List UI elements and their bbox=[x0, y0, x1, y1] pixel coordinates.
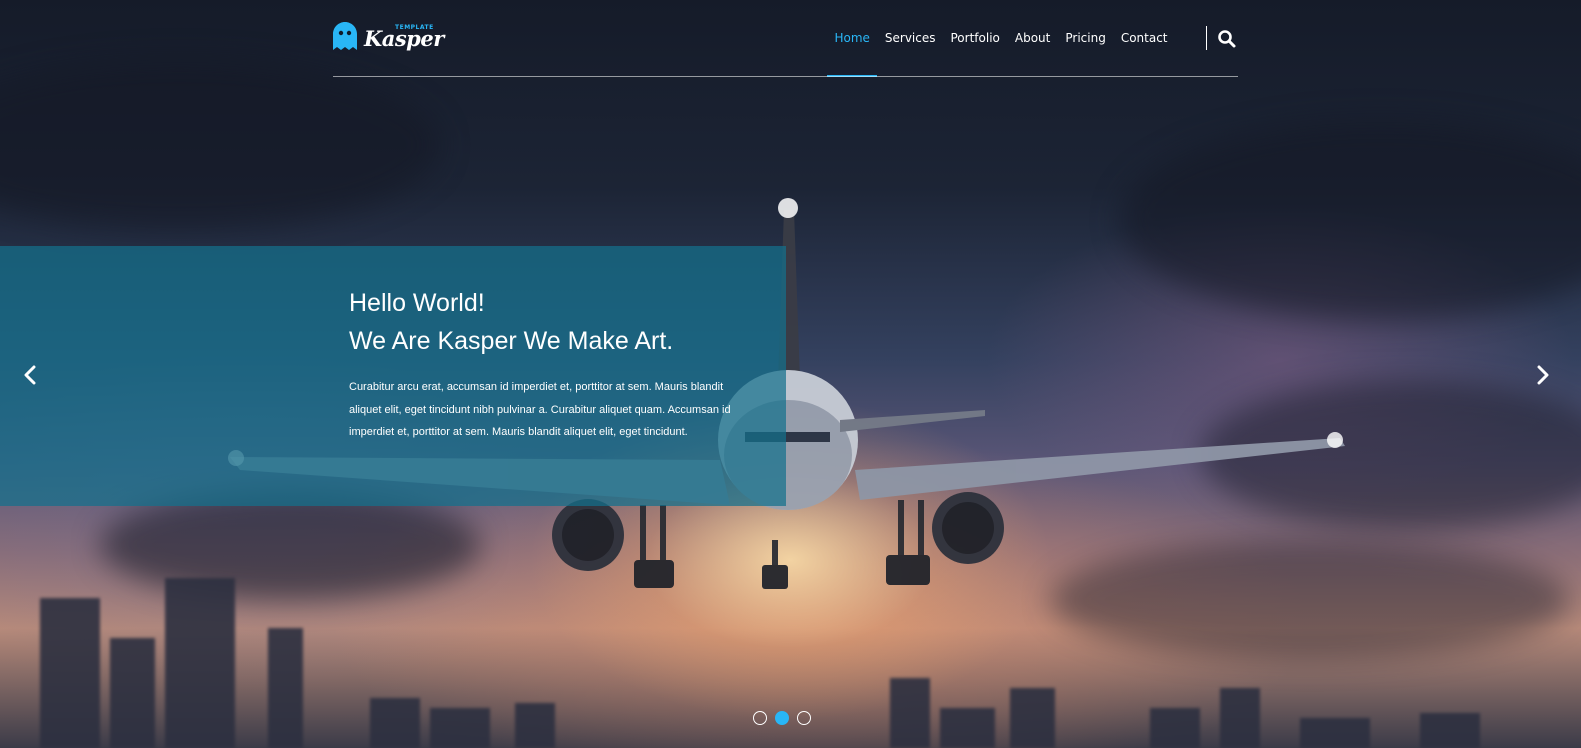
nav-item-portfolio[interactable]: Portfolio bbox=[943, 29, 1007, 47]
main-nav: Home Services Portfolio About Pricing Co… bbox=[826, 29, 1175, 77]
nav-item-home[interactable]: Home bbox=[826, 29, 878, 77]
next-slide-button[interactable] bbox=[1530, 363, 1554, 387]
nav-item-pricing[interactable]: Pricing bbox=[1058, 29, 1113, 47]
slider-dot-3[interactable] bbox=[797, 711, 811, 725]
prev-slide-button[interactable] bbox=[19, 363, 43, 387]
slider-dot-1[interactable] bbox=[753, 711, 767, 725]
search-icon bbox=[1218, 30, 1236, 48]
slide-heading-line2: We Are Kasper We Make Art. bbox=[349, 327, 674, 355]
search-button[interactable] bbox=[1217, 29, 1237, 49]
ghost-icon bbox=[333, 22, 357, 50]
chevron-left-icon bbox=[24, 365, 36, 385]
nav-item-contact[interactable]: Contact bbox=[1113, 29, 1175, 47]
slide-heading-line1: Hello World! bbox=[349, 289, 485, 317]
header-divider bbox=[333, 76, 1238, 77]
nav-item-about[interactable]: About bbox=[1007, 29, 1057, 47]
nav-divider bbox=[1206, 26, 1207, 50]
chevron-right-icon bbox=[1537, 365, 1549, 385]
brand-tagline: TEMPLATE bbox=[395, 24, 434, 31]
slide-heading: Hello World! We Are Kasper We Make Art. bbox=[349, 284, 769, 360]
site-header: Kasper TEMPLATE Home Services Portfolio … bbox=[333, 0, 1238, 77]
slider-dot-2[interactable] bbox=[775, 711, 789, 725]
slide-body: Curabitur arcu erat, accumsan id imperdi… bbox=[349, 381, 731, 438]
slider-indicators bbox=[753, 711, 811, 725]
slide-caption: Hello World! We Are Kasper We Make Art. … bbox=[0, 246, 786, 506]
brand-logo[interactable]: Kasper TEMPLATE bbox=[333, 22, 444, 54]
nav-item-services[interactable]: Services bbox=[877, 29, 943, 47]
